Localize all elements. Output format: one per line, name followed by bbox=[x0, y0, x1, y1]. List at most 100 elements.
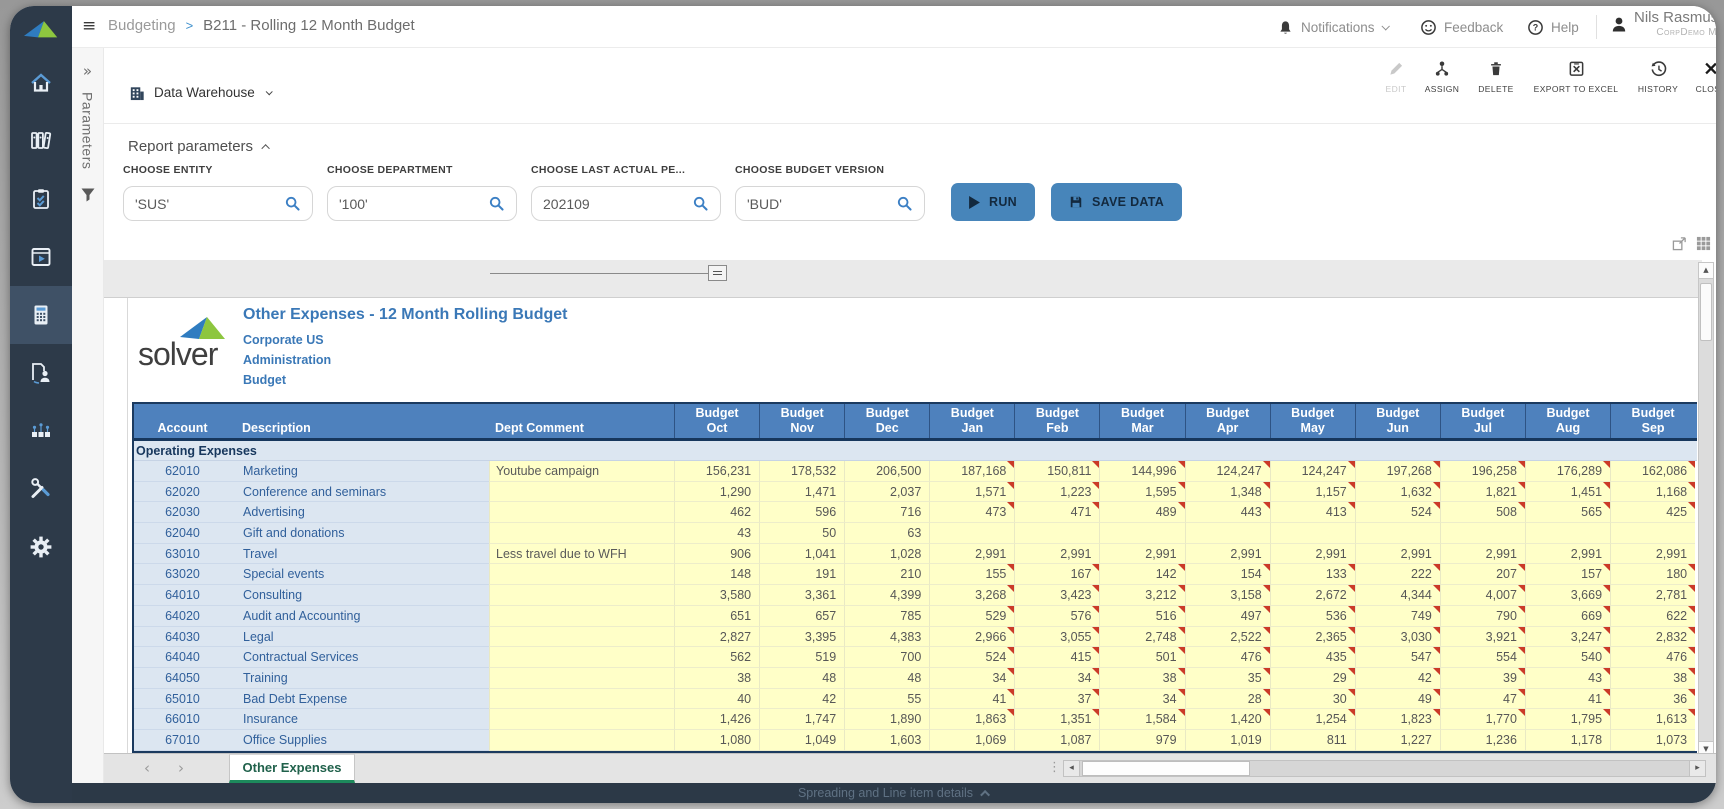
value-cell[interactable]: 2,991 bbox=[1440, 544, 1525, 565]
value-cell[interactable]: 206,500 bbox=[844, 461, 929, 482]
last-actual-period-input[interactable]: 202109 bbox=[531, 186, 721, 221]
value-cell[interactable]: 30 bbox=[1270, 689, 1355, 710]
value-cell[interactable]: 197,268 bbox=[1355, 461, 1440, 482]
value-cell[interactable]: 35 bbox=[1185, 668, 1270, 689]
department-input[interactable]: '100' bbox=[327, 186, 517, 221]
value-cell[interactable]: 1,584 bbox=[1099, 709, 1184, 730]
value-cell[interactable]: 3,030 bbox=[1355, 627, 1440, 648]
value-cell[interactable]: 48 bbox=[844, 668, 929, 689]
value-cell[interactable]: 413 bbox=[1270, 502, 1355, 523]
comment-cell[interactable] bbox=[489, 482, 674, 503]
sidebar-item-home[interactable] bbox=[10, 54, 72, 112]
value-cell[interactable]: 476 bbox=[1610, 647, 1695, 668]
value-cell[interactable]: 2,522 bbox=[1185, 627, 1270, 648]
value-cell[interactable]: 1,236 bbox=[1440, 730, 1525, 751]
comment-cell[interactable] bbox=[489, 502, 674, 523]
search-icon[interactable] bbox=[488, 195, 505, 212]
comment-cell[interactable] bbox=[489, 689, 674, 710]
value-cell[interactable]: 43 bbox=[1525, 668, 1610, 689]
value-cell[interactable]: 1,168 bbox=[1610, 482, 1695, 503]
value-cell[interactable] bbox=[1099, 523, 1184, 544]
value-cell[interactable]: 4,383 bbox=[844, 627, 929, 648]
value-cell[interactable]: 38 bbox=[1610, 668, 1695, 689]
value-cell[interactable]: 48 bbox=[759, 668, 844, 689]
value-cell[interactable]: 1,795 bbox=[1525, 709, 1610, 730]
vertical-scrollbar[interactable]: ▲ ▼ bbox=[1698, 262, 1714, 758]
value-cell[interactable]: 38 bbox=[674, 668, 759, 689]
value-cell[interactable]: 34 bbox=[929, 668, 1014, 689]
vertical-scrollbar-thumb[interactable] bbox=[1700, 283, 1712, 341]
value-cell[interactable]: 554 bbox=[1440, 647, 1525, 668]
value-cell[interactable]: 47 bbox=[1440, 689, 1525, 710]
value-cell[interactable]: 716 bbox=[844, 502, 929, 523]
value-cell[interactable]: 3,921 bbox=[1440, 627, 1525, 648]
value-cell[interactable]: 1,471 bbox=[759, 482, 844, 503]
drag-handle-icon[interactable]: ⋮ bbox=[1048, 760, 1061, 775]
report-parameters-toggle[interactable]: Report parameters bbox=[128, 138, 270, 155]
notifications-button[interactable]: Notifications bbox=[1277, 6, 1388, 48]
value-cell[interactable]: 2,748 bbox=[1099, 627, 1184, 648]
value-cell[interactable]: 210 bbox=[844, 564, 929, 585]
value-cell[interactable]: 1,041 bbox=[759, 544, 844, 565]
value-cell[interactable]: 124,247 bbox=[1270, 461, 1355, 482]
value-cell[interactable]: 576 bbox=[1014, 606, 1099, 627]
filter-funnel-icon[interactable] bbox=[80, 187, 96, 203]
value-cell[interactable]: 3,423 bbox=[1014, 585, 1099, 606]
value-cell[interactable] bbox=[1270, 523, 1355, 544]
value-cell[interactable]: 2,991 bbox=[1270, 544, 1355, 565]
value-cell[interactable]: 50 bbox=[759, 523, 844, 544]
history-button[interactable]: HISTORY bbox=[1628, 60, 1688, 94]
entity-input[interactable]: 'SUS' bbox=[123, 186, 313, 221]
value-cell[interactable]: 1,073 bbox=[1610, 730, 1695, 751]
value-cell[interactable]: 524 bbox=[1355, 502, 1440, 523]
value-cell[interactable] bbox=[929, 523, 1014, 544]
splitter-handle[interactable] bbox=[708, 265, 727, 281]
value-cell[interactable]: 2,991 bbox=[1610, 544, 1695, 565]
sidebar-item-tools[interactable] bbox=[10, 460, 72, 518]
value-cell[interactable]: 524 bbox=[929, 647, 1014, 668]
value-cell[interactable] bbox=[1185, 523, 1270, 544]
delete-button[interactable]: DELETE bbox=[1468, 60, 1524, 94]
value-cell[interactable]: 40 bbox=[674, 689, 759, 710]
value-cell[interactable]: 489 bbox=[1099, 502, 1184, 523]
horizontal-scrollbar-thumb[interactable] bbox=[1082, 761, 1250, 776]
value-cell[interactable]: 42 bbox=[1355, 668, 1440, 689]
value-cell[interactable]: 4,344 bbox=[1355, 585, 1440, 606]
value-cell[interactable]: 476 bbox=[1185, 647, 1270, 668]
value-cell[interactable]: 1,290 bbox=[674, 482, 759, 503]
value-cell[interactable]: 37 bbox=[1014, 689, 1099, 710]
value-cell[interactable]: 622 bbox=[1610, 606, 1695, 627]
value-cell[interactable]: 28 bbox=[1185, 689, 1270, 710]
value-cell[interactable]: 425 bbox=[1610, 502, 1695, 523]
value-cell[interactable]: 790 bbox=[1440, 606, 1525, 627]
value-cell[interactable]: 749 bbox=[1355, 606, 1440, 627]
value-cell[interactable]: 1,426 bbox=[674, 709, 759, 730]
value-cell[interactable]: 1,571 bbox=[929, 482, 1014, 503]
value-cell[interactable]: 1,087 bbox=[1014, 730, 1099, 751]
comment-cell[interactable] bbox=[489, 627, 674, 648]
value-cell[interactable]: 49 bbox=[1355, 689, 1440, 710]
value-cell[interactable]: 519 bbox=[759, 647, 844, 668]
value-cell[interactable]: 162,086 bbox=[1610, 461, 1695, 482]
value-cell[interactable]: 2,991 bbox=[1185, 544, 1270, 565]
value-cell[interactable]: 2,781 bbox=[1610, 585, 1695, 606]
value-cell[interactable]: 1,223 bbox=[1014, 482, 1099, 503]
value-cell[interactable]: 196,258 bbox=[1440, 461, 1525, 482]
save-data-button[interactable]: SAVE DATA bbox=[1051, 183, 1182, 221]
expand-view-icon[interactable] bbox=[1672, 236, 1687, 251]
expand-panel-icon[interactable]: » bbox=[83, 62, 92, 80]
comment-cell[interactable] bbox=[489, 709, 674, 730]
value-cell[interactable]: 1,028 bbox=[844, 544, 929, 565]
value-cell[interactable] bbox=[1440, 523, 1525, 544]
value-cell[interactable]: 148 bbox=[674, 564, 759, 585]
breadcrumb-section[interactable]: Budgeting bbox=[108, 17, 176, 34]
value-cell[interactable]: 207 bbox=[1440, 564, 1525, 585]
value-cell[interactable]: 150,811 bbox=[1014, 461, 1099, 482]
value-cell[interactable]: 55 bbox=[844, 689, 929, 710]
value-cell[interactable]: 3,247 bbox=[1525, 627, 1610, 648]
assign-button[interactable]: ASSIGN bbox=[1416, 60, 1468, 94]
sidebar-item-settings[interactable] bbox=[10, 518, 72, 576]
scroll-up-button[interactable]: ▲ bbox=[1699, 263, 1713, 279]
value-cell[interactable]: 4,007 bbox=[1440, 585, 1525, 606]
value-cell[interactable]: 547 bbox=[1355, 647, 1440, 668]
